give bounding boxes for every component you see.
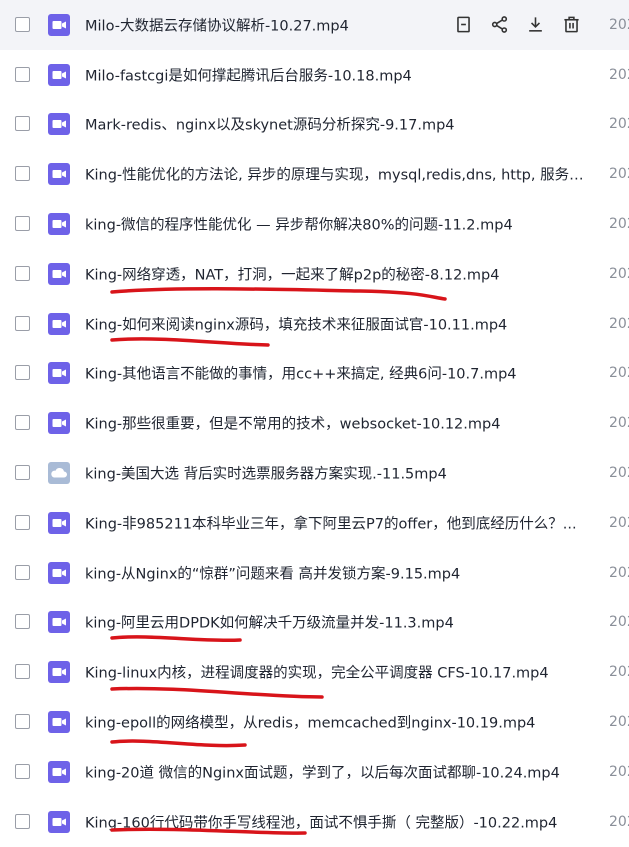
share-icon[interactable] (488, 14, 510, 36)
file-row[interactable]: King-性能优化的方法论, 异步的原理与实现，mysql,redis,dns,… (0, 149, 629, 199)
delete-icon[interactable] (560, 14, 582, 36)
row-checkbox[interactable] (15, 265, 30, 281)
file-name[interactable]: King-其他语言不能做的事情，用cc++来搞定, 经典6问-10.7.mp4 (85, 363, 517, 384)
file-name[interactable]: king-20道 微信的Nginx面试题，学到了，以后每次面试都聊-10.24.… (85, 761, 560, 782)
file-date: 2023 (609, 66, 629, 83)
file-name[interactable]: King-网络穿透，NAT，打洞，一起来了解p2p的秘密-8.12.mp4 (85, 263, 499, 284)
video-file-icon (48, 511, 70, 534)
video-file-icon (48, 810, 70, 833)
row-checkbox[interactable] (15, 315, 30, 331)
cloud-file-icon (48, 462, 70, 485)
file-row[interactable]: king-微信的程序性能优化 — 异步帮你解决80%的问题-11.2.mp4 20… (0, 199, 629, 249)
file-name[interactable]: king-从Nginx的“惊群”问题来看 高并发锁方案-9.15.mp4 (85, 562, 460, 583)
file-row[interactable]: Milo-大数据云存储协议解析-10.27.mp4 2023 (0, 0, 629, 50)
video-file-icon (48, 163, 70, 186)
file-date: 2023 (609, 664, 629, 681)
video-file-icon (48, 412, 70, 435)
row-checkbox[interactable] (15, 813, 30, 829)
row-checkbox[interactable] (15, 714, 30, 730)
file-date: 2023 (609, 16, 629, 33)
file-date: 2023 (609, 116, 629, 133)
video-file-icon (48, 661, 70, 684)
file-name[interactable]: Milo-fastcgi是如何撑起腾讯后台服务-10.18.mp4 (85, 64, 412, 85)
file-date: 2023 (609, 465, 629, 482)
file-name[interactable]: King-160行代码带你手写线程池，面试不惧手撕（ 完整版）-10.22.mp… (85, 811, 557, 832)
video-file-icon (48, 611, 70, 634)
file-row[interactable]: king-阿里云用DPDK如何解决千万级流量并发-11.3.mp4 2023 (0, 598, 629, 648)
file-row[interactable]: King-160行代码带你手写线程池，面试不惧手撕（ 完整版）-10.22.mp… (0, 797, 629, 847)
row-checkbox[interactable] (15, 66, 30, 82)
file-date: 2023 (609, 315, 629, 332)
file-date: 2023 (609, 813, 629, 830)
row-checkbox[interactable] (15, 465, 30, 481)
file-date: 2023 (609, 166, 629, 183)
file-name[interactable]: king-epoll的网络模型，从redis，memcached到nginx-1… (85, 712, 535, 733)
file-row[interactable]: king-美国大选 背后实时选票服务器方案实现.-11.5mp4 2023 (0, 448, 629, 498)
video-file-icon (48, 63, 70, 86)
file-name[interactable]: king-阿里云用DPDK如何解决千万级流量并发-11.3.mp4 (85, 612, 454, 633)
file-name[interactable]: King-性能优化的方法论, 异步的原理与实现，mysql,redis,dns,… (85, 164, 585, 185)
video-file-icon (48, 13, 70, 36)
file-row[interactable]: king-epoll的网络模型，从redis，memcached到nginx-1… (0, 697, 629, 747)
row-checkbox[interactable] (15, 216, 30, 232)
video-file-icon (48, 113, 70, 136)
file-name[interactable]: king-微信的程序性能优化 — 异步帮你解决80%的问题-11.2.mp4 (85, 214, 513, 235)
video-file-icon (48, 312, 70, 335)
file-row[interactable]: King-网络穿透，NAT，打洞，一起来了解p2p的秘密-8.12.mp4 202… (0, 249, 629, 299)
file-row[interactable]: King-其他语言不能做的事情，用cc++来搞定, 经典6问-10.7.mp4 2… (0, 349, 629, 399)
file-date: 2023 (609, 564, 629, 581)
row-checkbox[interactable] (15, 415, 30, 431)
row-checkbox[interactable] (15, 664, 30, 680)
file-row[interactable]: King-linux内核，进程调度器的实现，完全公平调度器 CFS-10.17.… (0, 647, 629, 697)
file-row[interactable]: king-20道 微信的Nginx面试题，学到了，以后每次面试都聊-10.24.… (0, 747, 629, 797)
file-date: 2023 (609, 365, 629, 382)
file-row[interactable]: King-如何来阅读nginx源码，填充技术来征服面试官-10.11.mp4 20… (0, 299, 629, 349)
video-file-icon (48, 760, 70, 783)
video-file-icon (48, 711, 70, 734)
file-name[interactable]: king-美国大选 背后实时选票服务器方案实现.-11.5mp4 (85, 463, 447, 484)
archive-icon[interactable] (452, 14, 474, 36)
row-checkbox[interactable] (15, 564, 30, 580)
file-name[interactable]: King-如何来阅读nginx源码，填充技术来征服面试官-10.11.mp4 (85, 313, 507, 334)
file-name[interactable]: Milo-大数据云存储协议解析-10.27.mp4 (85, 14, 349, 35)
row-checkbox[interactable] (15, 365, 30, 381)
file-date: 2023 (609, 763, 629, 780)
file-name[interactable]: King-那些很重要，但是不常用的技术，websocket-10.12.mp4 (85, 413, 500, 434)
file-name[interactable]: King-linux内核，进程调度器的实现，完全公平调度器 CFS-10.17.… (85, 662, 549, 683)
video-file-icon (48, 262, 70, 285)
file-name[interactable]: King-非985211本科毕业三年，拿下阿里云P7的offer，他到底经历什么… (85, 512, 577, 533)
file-date: 2023 (609, 714, 629, 731)
file-row[interactable]: king-从Nginx的“惊群”问题来看 高并发锁方案-9.15.mp4 2023 (0, 548, 629, 598)
file-date: 2023 (609, 614, 629, 631)
row-checkbox[interactable] (15, 514, 30, 530)
file-name[interactable]: Mark-redis、nginx以及skynet源码分析探究-9.17.mp4 (85, 114, 455, 135)
file-date: 2023 (609, 514, 629, 531)
file-row[interactable]: King-非985211本科毕业三年，拿下阿里云P7的offer，他到底经历什么… (0, 498, 629, 548)
row-checkbox[interactable] (15, 763, 30, 779)
row-checkbox[interactable] (15, 614, 30, 630)
file-row[interactable]: Milo-fastcgi是如何撑起腾讯后台服务-10.18.mp4 2023 (0, 50, 629, 100)
video-file-icon (48, 561, 70, 584)
video-file-icon (48, 362, 70, 385)
file-date: 2023 (609, 216, 629, 233)
file-date: 2023 (609, 265, 629, 282)
row-actions (452, 14, 596, 36)
download-icon[interactable] (524, 14, 546, 36)
row-checkbox[interactable] (15, 16, 30, 32)
row-checkbox[interactable] (15, 116, 30, 132)
row-checkbox[interactable] (15, 166, 30, 182)
file-row[interactable]: King-那些很重要，但是不常用的技术，websocket-10.12.mp4 2… (0, 398, 629, 448)
video-file-icon (48, 213, 70, 236)
file-row[interactable]: Mark-redis、nginx以及skynet源码分析探究-9.17.mp4 2… (0, 100, 629, 150)
file-date: 2023 (609, 415, 629, 432)
file-list: Milo-大数据云存储协议解析-10.27.mp42023Milo-fastcg… (0, 0, 629, 847)
